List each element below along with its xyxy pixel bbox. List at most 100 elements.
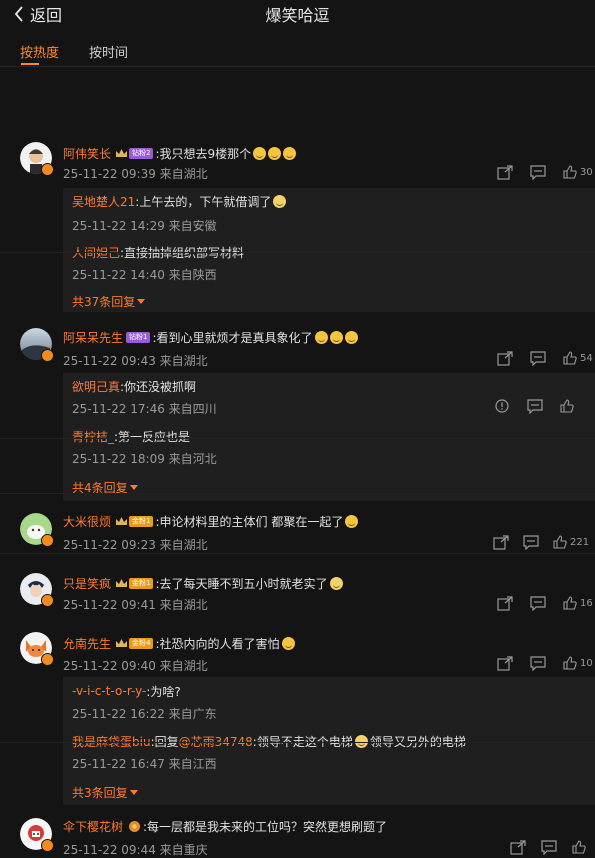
username[interactable]: 允南先生: [63, 635, 111, 652]
more-replies-label: 共37条回复: [72, 295, 136, 309]
share-icon: [497, 351, 513, 366]
like-button[interactable]: 10: [563, 656, 593, 670]
emoji-icon: [345, 514, 359, 528]
verified-badge: [41, 653, 54, 666]
share-button[interactable]: [510, 840, 526, 855]
more-replies-link[interactable]: 共3条回复: [72, 784, 138, 801]
tab-sort-by-hot[interactable]: 按热度: [20, 42, 59, 61]
report-button[interactable]: [495, 399, 509, 413]
share-icon: [497, 656, 513, 671]
comment-text: :申论材料里的主体们 都聚在一起了: [155, 514, 344, 529]
crown-icon: [115, 516, 128, 527]
like-count: 54: [580, 352, 593, 364]
share-button[interactable]: [497, 165, 513, 180]
reply-username[interactable]: 欲明己真: [72, 378, 120, 395]
username[interactable]: 大米很烦: [63, 513, 111, 530]
fan-badge: 钻粉2: [129, 147, 154, 159]
like-count: 221: [570, 536, 590, 548]
share-button[interactable]: [497, 656, 513, 671]
comment-icon: [527, 399, 543, 414]
reply-username[interactable]: 青柠桔_: [72, 428, 114, 445]
reply-meta: 25-11-22 16:22 来自广东: [72, 707, 217, 721]
back-label: 返回: [30, 6, 63, 25]
crown-icon: [115, 638, 128, 649]
cat-emoji-icon: [329, 576, 343, 590]
fan-badge: 钻粉1: [126, 331, 151, 343]
reply-button[interactable]: [530, 596, 546, 611]
share-button[interactable]: [497, 596, 513, 611]
comment-meta: 25-11-22 09:40 来自湖北: [63, 659, 208, 673]
avatar[interactable]: [20, 818, 54, 852]
like-count: 10: [580, 657, 593, 669]
share-icon: [497, 165, 513, 180]
comment-text: :看到心里就烦才是真具象化了: [152, 330, 313, 345]
username[interactable]: 阿伟笑长: [63, 145, 111, 162]
mention-link[interactable]: @芯雨34748: [179, 733, 253, 750]
reply-button[interactable]: [541, 840, 557, 855]
reply-meta: 25-11-22 17:46 来自四川: [72, 402, 217, 416]
laugh-emoji-icon: [283, 146, 297, 160]
reply-section: -v-i-c-t-o-r-y-:为啥? 25-11-22 16:22 来自广东 …: [63, 677, 595, 805]
crown-icon: [115, 148, 128, 159]
reply-username[interactable]: 吴地楚人21: [72, 193, 135, 210]
reply-meta: 25-11-22 14:29 来自安徽: [72, 219, 217, 233]
emoji-icon: [314, 330, 328, 344]
back-button[interactable]: 返回: [14, 2, 62, 26]
reply-text: :你还没被抓啊: [120, 379, 197, 394]
laugh-emoji-icon: [268, 146, 282, 160]
like-button[interactable]: 54: [563, 351, 593, 365]
comment-icon: [530, 351, 546, 366]
like-button[interactable]: [572, 840, 586, 854]
reply-section: 吴地楚人21:上午去的，下午就借调了 25-11-22 14:29 来自安徽 人…: [63, 188, 595, 312]
thumbs-up-icon: [563, 351, 577, 365]
share-button[interactable]: [497, 351, 513, 366]
reply-button[interactable]: [530, 165, 546, 180]
verified-badge: [41, 594, 54, 607]
like-button[interactable]: [560, 399, 574, 413]
divider: [0, 438, 595, 439]
reply-text: :为啥?: [146, 684, 181, 699]
comment-icon: [523, 535, 539, 550]
more-replies-link[interactable]: 共37条回复: [72, 293, 146, 310]
comment-text: :我只想去9楼那个: [155, 146, 252, 161]
reply-button[interactable]: [523, 535, 539, 550]
avatar[interactable]: [20, 573, 54, 607]
tab-sort-by-time[interactable]: 按时间: [89, 42, 128, 61]
username[interactable]: 只是笑疯: [63, 575, 111, 592]
reply-meta: 25-11-22 14:40 来自陕西: [72, 268, 217, 282]
fan-badge: 金粉1: [129, 515, 154, 527]
reply-text: :上午去的，下午就借调了: [135, 194, 272, 209]
divider: [0, 553, 595, 554]
reply-button[interactable]: [527, 399, 543, 414]
flower-badge-icon: [128, 820, 141, 833]
active-tab-indicator: [21, 63, 39, 65]
avatar[interactable]: [20, 328, 54, 362]
page-title: 爆笑哈逗: [265, 6, 330, 25]
fan-badge: 金粉1: [129, 577, 154, 589]
avatar[interactable]: [20, 142, 54, 176]
thumbs-up-icon: [563, 656, 577, 670]
comment-text: :社恐内向的人看了害怕: [155, 636, 280, 651]
thumbs-up-icon: [563, 165, 577, 179]
like-button[interactable]: 30: [563, 165, 593, 179]
username[interactable]: 阿呆呆先生: [63, 329, 123, 346]
like-count: 30: [580, 166, 593, 178]
reply-button[interactable]: [530, 351, 546, 366]
reply-username[interactable]: -v-i-c-t-o-r-y-: [72, 684, 146, 698]
reply-username[interactable]: 我是麻袋蛋biu: [72, 733, 151, 750]
like-button[interactable]: 16: [563, 596, 593, 610]
avatar[interactable]: [20, 513, 54, 547]
share-button[interactable]: [493, 535, 509, 550]
reply-prefix: :回复: [150, 734, 179, 749]
like-button[interactable]: 221: [553, 535, 589, 549]
crown-icon: [115, 578, 128, 589]
reply-button[interactable]: [530, 656, 546, 671]
avatar[interactable]: [20, 632, 54, 666]
caret-down-icon: [137, 299, 146, 304]
like-count: 16: [580, 597, 593, 609]
verified-badge: [41, 839, 54, 852]
username[interactable]: 伞下樱花树: [63, 818, 123, 835]
share-icon: [510, 840, 526, 855]
verified-badge: [41, 534, 54, 547]
comment-icon: [530, 165, 546, 180]
